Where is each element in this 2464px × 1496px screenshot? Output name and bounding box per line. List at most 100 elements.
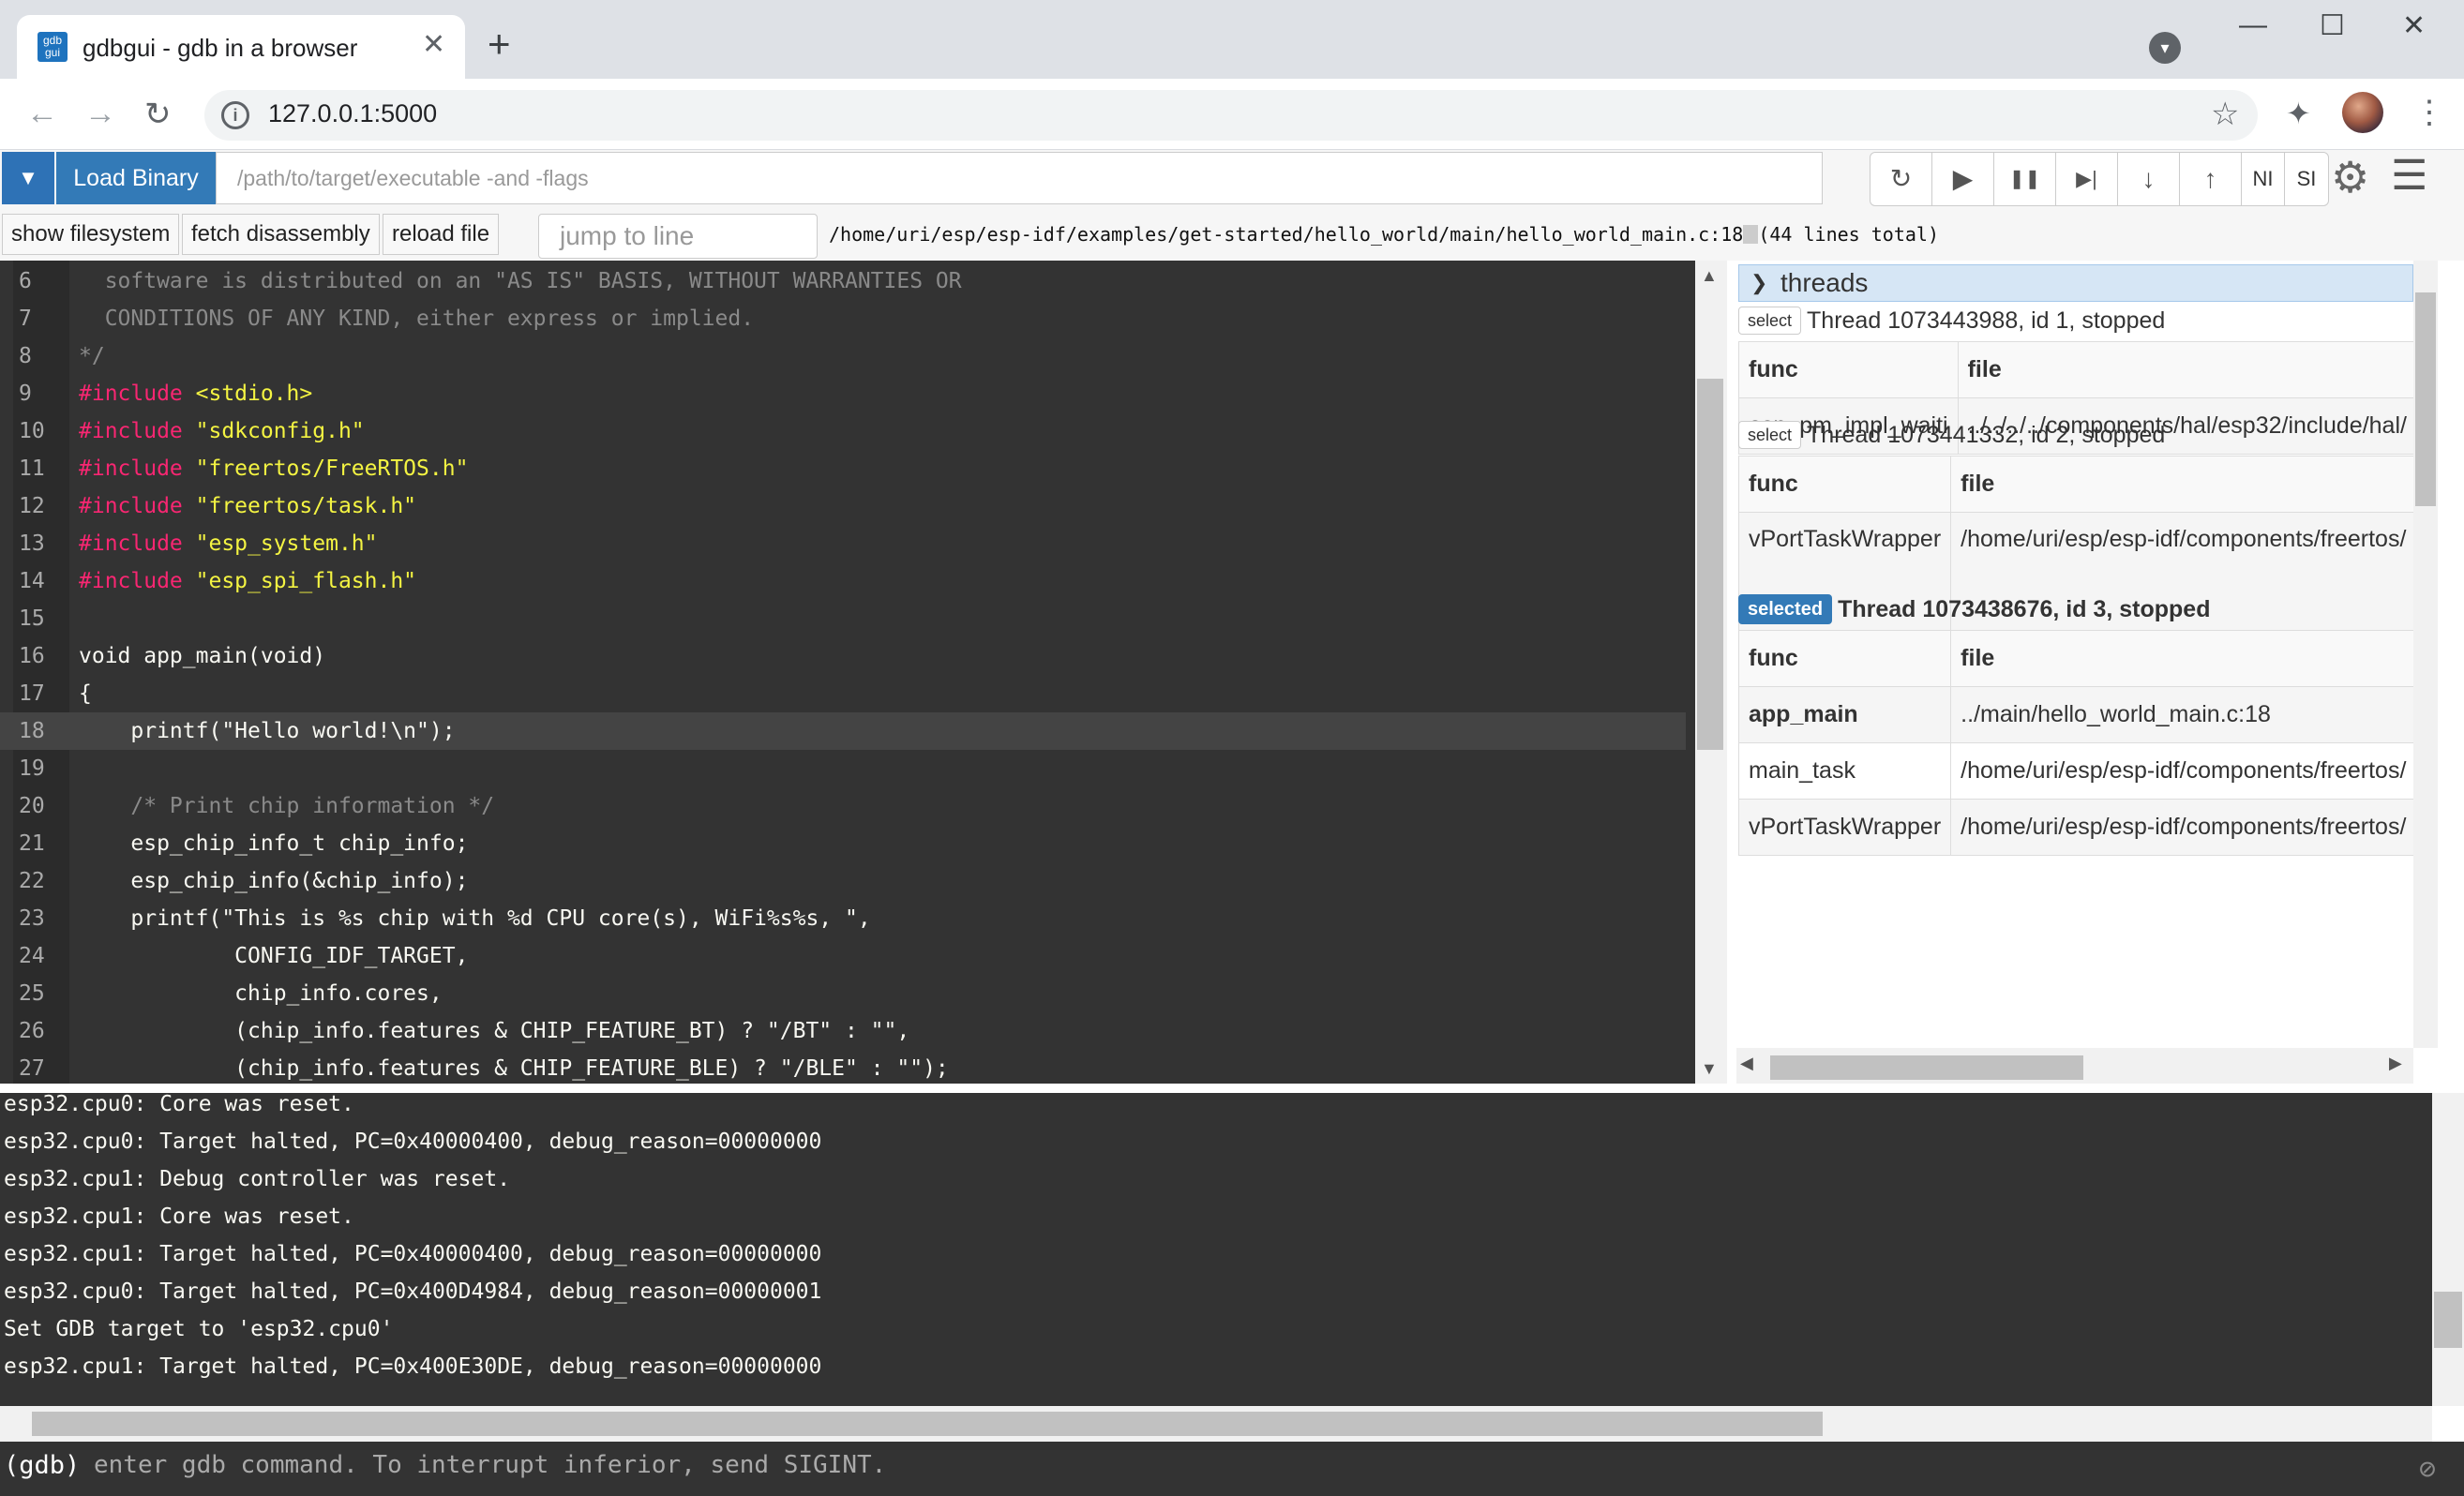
line-number[interactable]: 12 (13, 487, 69, 525)
load-binary-button[interactable]: Load Binary (56, 152, 216, 204)
select-thread-button[interactable]: select (1738, 307, 1802, 335)
continue-icon[interactable]: ▶ (1932, 153, 1994, 205)
console-vertical-thumb[interactable] (2434, 1292, 2462, 1348)
frame-func[interactable]: main_task (1737, 742, 1952, 800)
code-line[interactable]: 10 #include "sdkconfig.h" (0, 412, 1686, 450)
code-line[interactable]: 19 (0, 750, 1686, 787)
browser-menu-icon[interactable]: ⋮ (2413, 94, 2445, 131)
line-number[interactable]: 18 (13, 712, 69, 750)
line-number[interactable]: 15 (13, 600, 69, 637)
line-number[interactable]: 14 (13, 562, 69, 600)
scroll-down-icon[interactable]: ▼ (1701, 1059, 1718, 1079)
frame-file[interactable]: /home/uri/esp/esp-idf/components/freerto… (1950, 512, 2417, 648)
bookmark-star-icon[interactable]: ☆ (2211, 96, 2239, 133)
collapse-chevron-icon[interactable]: ❯ (1750, 265, 1767, 301)
address-bar[interactable] (204, 90, 2258, 141)
console-vertical-scrollbar[interactable] (2432, 1093, 2464, 1406)
reload-icon[interactable]: ↻ (144, 96, 172, 133)
binary-history-dropdown-icon[interactable]: ▼ (2, 152, 54, 204)
line-number[interactable]: 20 (13, 787, 69, 825)
code-line[interactable]: 13 #include "esp_system.h" (0, 525, 1686, 562)
maximize-icon[interactable]: ☐ (2320, 9, 2345, 42)
show-filesystem-button[interactable]: show filesystem (2, 214, 180, 255)
frame-file[interactable]: /home/uri/esp/esp-idf/components/freerto… (1950, 799, 2417, 856)
code-line[interactable]: 27 (chip_info.features & CHIP_FEATURE_BL… (0, 1050, 1686, 1084)
extensions-icon[interactable]: ✦ (2286, 96, 2311, 131)
line-number[interactable]: 8 (13, 337, 69, 375)
line-number[interactable]: 19 (13, 750, 69, 787)
window-close-icon[interactable]: ✕ (2402, 9, 2426, 42)
line-number[interactable]: 25 (13, 975, 69, 1012)
next-icon[interactable]: ▶| (2056, 153, 2118, 205)
restart-icon[interactable]: ↻ (1871, 153, 1932, 205)
code-line[interactable]: 6 software is distributed on an "AS IS" … (0, 262, 1686, 300)
code-line[interactable]: 22 esp_chip_info(&chip_info); (0, 862, 1686, 900)
url-text[interactable]: 127.0.0.1:5000 (268, 99, 437, 128)
frame-func[interactable]: app_main (1737, 686, 1952, 743)
console-horizontal-thumb[interactable] (32, 1412, 1823, 1436)
frame-func[interactable]: vPortTaskWrapper (1737, 799, 1952, 856)
code-line[interactable]: 12 #include "freertos/task.h" (0, 487, 1686, 525)
frame-row[interactable]: main_task/home/uri/esp/esp-idf/component… (1737, 742, 2417, 800)
code-line[interactable]: 23 printf("This is %s chip with %d CPU c… (0, 900, 1686, 937)
code-line[interactable]: 24 CONFIG_IDF_TARGET, (0, 937, 1686, 975)
code-line[interactable]: 16 void app_main(void) (0, 637, 1686, 675)
scroll-up-icon[interactable]: ▲ (1701, 266, 1718, 286)
fetch-disassembly-button[interactable]: fetch disassembly (182, 214, 380, 255)
line-number[interactable]: 22 (13, 862, 69, 900)
code-line[interactable]: 18 printf("Hello world!\n"); (0, 712, 1686, 750)
code-line[interactable]: 26 (chip_info.features & CHIP_FEATURE_BT… (0, 1012, 1686, 1050)
code-line[interactable]: 21 esp_chip_info_t chip_info; (0, 825, 1686, 862)
code-line[interactable]: 11 #include "freertos/FreeRTOS.h" (0, 450, 1686, 487)
new-tab-button[interactable]: + (488, 24, 511, 64)
frame-row[interactable]: vPortTaskWrapper/home/uri/esp/esp-idf/co… (1737, 799, 2417, 856)
line-number[interactable]: 6 (13, 262, 69, 300)
clear-console-icon[interactable]: ⊘ (2419, 1453, 2436, 1486)
line-number[interactable]: 9 (13, 375, 69, 412)
line-number[interactable]: 27 (13, 1050, 69, 1084)
code-line[interactable]: 9 #include <stdio.h> (0, 375, 1686, 412)
code-scrollbar-thumb[interactable] (1697, 379, 1723, 750)
line-number[interactable]: 24 (13, 937, 69, 975)
line-number[interactable]: 7 (13, 300, 69, 337)
threads-header[interactable]: ❯ threads (1738, 264, 2413, 302)
threads-horizontal-thumb[interactable] (1770, 1055, 2083, 1080)
step-into-icon[interactable]: ↓ (2118, 153, 2180, 205)
settings-gear-icon[interactable]: ⚙ (2331, 152, 2369, 202)
line-number[interactable]: 23 (13, 900, 69, 937)
code-line[interactable]: 14 #include "esp_spi_flash.h" (0, 562, 1686, 600)
back-icon[interactable]: ← (26, 96, 58, 132)
frame-file[interactable]: /home/uri/esp/esp-idf/components/freerto… (1950, 742, 2417, 800)
forward-icon[interactable]: → (84, 96, 116, 132)
pause-icon[interactable]: ❚❚ (1994, 153, 2056, 205)
code-line[interactable]: 15 (0, 600, 1686, 637)
scroll-left-icon[interactable]: ◀ (1740, 1054, 1753, 1073)
profile-avatar[interactable] (2342, 92, 2383, 133)
line-number[interactable]: 21 (13, 825, 69, 862)
code-line[interactable]: 20 /* Print chip information */ (0, 787, 1686, 825)
code-line[interactable]: 25 chip_info.cores, (0, 975, 1686, 1012)
tab-close-icon[interactable]: ✕ (422, 28, 445, 61)
line-number[interactable]: 16 (13, 637, 69, 675)
line-number[interactable]: 26 (13, 1012, 69, 1050)
line-number[interactable]: 10 (13, 412, 69, 450)
frame-file[interactable]: ../main/hello_world_main.c:18 (1950, 686, 2417, 743)
gdb-command-input[interactable]: enter gdb command. To interrupt inferior… (94, 1451, 886, 1479)
minimize-icon[interactable]: — (2239, 9, 2267, 41)
frame-row[interactable]: vPortTaskWrapper/home/uri/esp/esp-idf/co… (1737, 512, 2417, 648)
line-number[interactable]: 17 (13, 675, 69, 712)
menu-hamburger-icon[interactable]: ☰ (2391, 152, 2427, 200)
browser-tab[interactable]: gdb gui gdbgui - gdb in a browser ✕ (17, 15, 465, 79)
binary-path-input[interactable]: /path/to/target/executable -and -flags (216, 152, 1823, 204)
tab-search-icon[interactable]: ▾ (2149, 32, 2181, 64)
frame-func[interactable]: vPortTaskWrapper (1737, 512, 1952, 648)
site-info-icon[interactable]: i (221, 101, 249, 129)
step-instruction-button[interactable]: SI (2285, 153, 2328, 205)
scroll-right-icon[interactable]: ▶ (2389, 1054, 2402, 1073)
select-thread-button[interactable]: select (1738, 421, 1802, 449)
code-line[interactable]: 8 */ (0, 337, 1686, 375)
step-out-icon[interactable]: ↑ (2180, 153, 2242, 205)
next-instruction-button[interactable]: NI (2242, 153, 2285, 205)
line-number[interactable]: 11 (13, 450, 69, 487)
jump-to-line-input[interactable]: jump to line (538, 214, 818, 259)
